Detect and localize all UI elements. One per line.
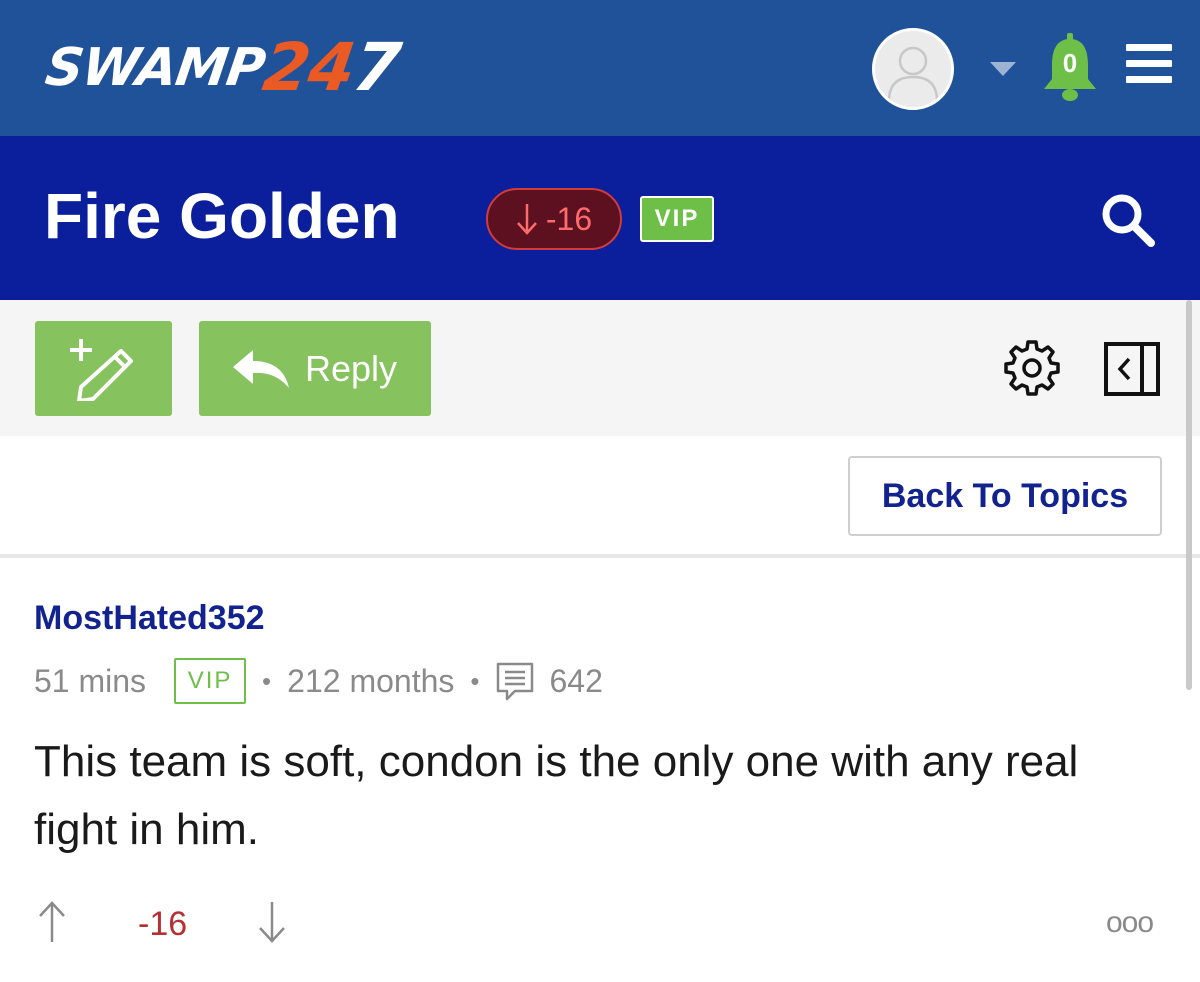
reply-label: Reply bbox=[304, 347, 398, 389]
logo-number: 24 bbox=[258, 29, 360, 106]
post-body: This team is soft, condon is the only on… bbox=[34, 737, 1079, 854]
scrollbar[interactable] bbox=[1186, 300, 1192, 690]
topic-vote-score: -16 bbox=[545, 200, 593, 237]
topic-vote-badge: -16 bbox=[486, 188, 622, 250]
post-meta: 51 mins VIP • 212 months • 642 bbox=[34, 656, 603, 706]
chevron-down-icon[interactable] bbox=[990, 62, 1016, 76]
collapse-panel-icon[interactable] bbox=[1104, 342, 1160, 396]
new-post-button[interactable] bbox=[35, 321, 172, 416]
reply-button[interactable]: Reply bbox=[199, 321, 431, 416]
search-icon[interactable] bbox=[1100, 192, 1156, 248]
down-arrow-icon bbox=[516, 204, 537, 235]
section-divider bbox=[0, 554, 1200, 558]
post-author-username[interactable]: MostHated352 bbox=[34, 598, 265, 638]
author-membership-duration: 212 months bbox=[287, 662, 455, 699]
topic-title: Fire Golden bbox=[44, 180, 400, 252]
upvote-arrow-icon[interactable] bbox=[36, 900, 68, 944]
meta-separator: • bbox=[470, 665, 480, 696]
new-post-pencil-icon bbox=[69, 338, 133, 401]
post-timestamp: 51 mins bbox=[34, 662, 147, 699]
post-more-options-button[interactable]: ooo bbox=[1106, 906, 1154, 940]
notification-count: 0 bbox=[1062, 48, 1078, 78]
reply-arrow-icon bbox=[232, 349, 289, 388]
back-to-topics-button[interactable]: Back To Topics bbox=[848, 456, 1162, 536]
user-avatar[interactable] bbox=[872, 28, 954, 110]
author-post-count: 642 bbox=[549, 662, 603, 699]
downvote-arrow-icon[interactable] bbox=[256, 900, 288, 944]
logo-number-seven: 7 bbox=[348, 29, 405, 106]
hamburger-menu-icon[interactable] bbox=[1126, 44, 1172, 84]
comment-icon bbox=[495, 661, 535, 701]
site-logo[interactable]: SWAMP 24 7 bbox=[42, 29, 405, 106]
post-score: -16 bbox=[138, 905, 188, 943]
meta-separator: • bbox=[262, 665, 272, 696]
topic-vip-badge: VIP bbox=[640, 196, 714, 242]
logo-text: SWAMP bbox=[41, 38, 269, 98]
author-vip-badge: VIP bbox=[174, 658, 247, 704]
gear-icon[interactable] bbox=[1002, 338, 1062, 398]
